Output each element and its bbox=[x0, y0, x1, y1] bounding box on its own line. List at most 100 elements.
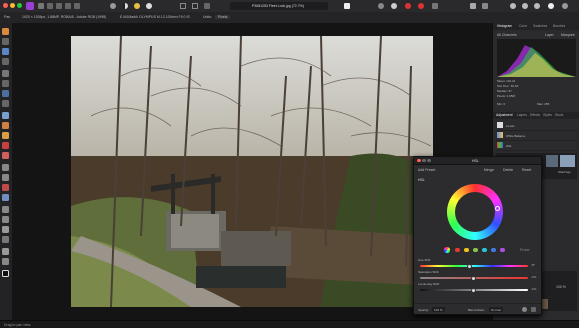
liquify-persona-icon[interactable] bbox=[47, 3, 53, 9]
slider-knob[interactable] bbox=[471, 275, 477, 281]
tab-effects[interactable]: Effects bbox=[530, 113, 540, 117]
marquee-tool-icon[interactable] bbox=[2, 90, 9, 97]
close-dialog-icon[interactable] bbox=[417, 158, 421, 162]
node-tool-icon[interactable] bbox=[2, 216, 9, 223]
zoom-value[interactable]: 100 % bbox=[556, 285, 566, 289]
preset-thumbnail[interactable] bbox=[560, 155, 575, 167]
merge-button[interactable]: Merge bbox=[484, 168, 494, 172]
zoom-window-icon[interactable] bbox=[17, 3, 22, 8]
account-icon[interactable] bbox=[562, 3, 568, 9]
clone-brush-icon[interactable] bbox=[2, 142, 9, 149]
red-eye-tool-icon[interactable] bbox=[2, 184, 9, 191]
assistant-icon[interactable] bbox=[510, 3, 516, 9]
mirror-icon[interactable] bbox=[534, 3, 540, 9]
flip-icon[interactable] bbox=[418, 3, 424, 9]
blue-range-dot[interactable] bbox=[491, 247, 496, 252]
layer-checkbox[interactable]: Layer bbox=[545, 33, 554, 37]
minimize-window-icon[interactable] bbox=[10, 3, 15, 8]
tab-color[interactable]: Color bbox=[519, 24, 527, 28]
flood-fill-icon[interactable] bbox=[2, 112, 9, 119]
picker-button[interactable]: Picker bbox=[520, 248, 530, 252]
red-eye-icon[interactable] bbox=[405, 3, 411, 9]
saturation-shift-value[interactable]: -1% bbox=[531, 275, 536, 279]
auto-contrast-icon[interactable] bbox=[122, 3, 128, 9]
yellow-range-dot[interactable] bbox=[464, 247, 469, 252]
mask-icon[interactable] bbox=[192, 3, 198, 9]
saturation-shift-slider[interactable] bbox=[420, 275, 528, 281]
move-tool-icon[interactable] bbox=[2, 38, 9, 45]
color-picker-icon[interactable] bbox=[2, 70, 9, 77]
delete-layer-icon[interactable] bbox=[531, 306, 536, 312]
history-icon[interactable] bbox=[522, 3, 528, 9]
selection-brush-icon[interactable] bbox=[2, 80, 9, 87]
tab-histogram[interactable]: Histogram bbox=[497, 24, 512, 28]
purple-range-dot[interactable] bbox=[500, 247, 505, 252]
primary-color-swatch[interactable] bbox=[2, 270, 9, 277]
paint-brush-icon[interactable] bbox=[2, 122, 9, 129]
minimize-dialog-icon[interactable] bbox=[422, 158, 426, 162]
export-persona-icon[interactable] bbox=[74, 3, 80, 9]
app-logo-icon[interactable] bbox=[26, 2, 34, 10]
hand-tool-icon[interactable] bbox=[2, 248, 9, 255]
hue-color-wheel[interactable] bbox=[447, 184, 503, 240]
view-tool-icon[interactable] bbox=[2, 28, 9, 35]
slider-knob[interactable] bbox=[467, 263, 473, 269]
develop-persona-icon[interactable] bbox=[56, 3, 62, 9]
units-dropdown[interactable]: Pixels bbox=[215, 15, 231, 19]
shape-tool-icon[interactable] bbox=[2, 236, 9, 243]
luminosity-shift-slider[interactable] bbox=[420, 287, 528, 293]
auto-colors-icon[interactable] bbox=[134, 3, 140, 9]
opacity-field[interactable]: 100 % bbox=[432, 307, 445, 312]
add-preset-button[interactable]: Add Preset bbox=[418, 168, 435, 172]
adjustment-item-white-balance[interactable]: White Balance bbox=[496, 131, 577, 141]
blemish-tool-icon[interactable] bbox=[2, 194, 9, 201]
green-range-dot[interactable] bbox=[473, 247, 478, 252]
snapping-icon[interactable] bbox=[344, 3, 350, 9]
photo-canvas[interactable] bbox=[71, 36, 433, 307]
erase-brush-icon[interactable] bbox=[2, 152, 9, 159]
photo-persona-icon[interactable] bbox=[38, 3, 44, 9]
separated-mode-icon[interactable] bbox=[482, 3, 488, 9]
studio-icon[interactable] bbox=[548, 3, 554, 9]
auto-white-balance-icon[interactable] bbox=[146, 3, 152, 9]
freehand-selection-icon[interactable] bbox=[2, 100, 9, 107]
tab-layers[interactable]: Layers bbox=[517, 113, 527, 117]
view-mode-icon[interactable] bbox=[470, 3, 476, 9]
text-tool-icon[interactable] bbox=[2, 226, 9, 233]
tone-mapping-persona-icon[interactable] bbox=[65, 3, 71, 9]
red-range-dot[interactable] bbox=[455, 247, 460, 252]
crop-tool-icon[interactable] bbox=[2, 48, 9, 55]
zoom-tool-icon[interactable] bbox=[2, 258, 9, 265]
cyan-range-dot[interactable] bbox=[482, 247, 487, 252]
hue-shift-value[interactable]: -8° bbox=[531, 263, 535, 267]
hue-shift-slider[interactable] bbox=[420, 263, 528, 269]
straighten-tool-icon[interactable] bbox=[2, 58, 9, 65]
quick-mask-icon[interactable] bbox=[204, 3, 210, 9]
delete-button[interactable]: Delete bbox=[503, 168, 513, 172]
levels-quick-icon[interactable] bbox=[110, 3, 116, 9]
preset-thumbnail[interactable] bbox=[546, 155, 558, 167]
luminosity-shift-value[interactable]: -1% bbox=[531, 287, 536, 291]
channel-dropdown[interactable]: All Channels bbox=[497, 33, 517, 37]
tab-styles[interactable]: Styles bbox=[543, 113, 552, 117]
dodge-brush-icon[interactable] bbox=[2, 164, 9, 171]
hsl-section-header[interactable]: HSL bbox=[418, 178, 425, 182]
zoom-dialog-icon[interactable] bbox=[427, 158, 431, 162]
document-tab[interactable]: P3081253 Fleet Lock.jpg (72.7%) bbox=[230, 2, 328, 10]
pixel-tool-icon[interactable] bbox=[2, 132, 9, 139]
smudge-brush-icon[interactable] bbox=[2, 174, 9, 181]
master-color-icon[interactable] bbox=[444, 247, 450, 253]
gear-icon[interactable] bbox=[522, 306, 527, 312]
marquee-checkbox[interactable]: Marquee bbox=[561, 33, 575, 37]
pen-tool-icon[interactable] bbox=[2, 206, 9, 213]
tab-swatches[interactable]: Swatches bbox=[533, 24, 547, 28]
adjustment-item-levels[interactable]: Levels bbox=[496, 121, 577, 131]
close-window-icon[interactable] bbox=[3, 3, 8, 8]
tab-stock[interactable]: Stock bbox=[555, 113, 563, 117]
arrange-icon[interactable] bbox=[432, 3, 438, 9]
blend-mode-dropdown[interactable]: Normal bbox=[489, 307, 503, 312]
rotate-left-icon[interactable] bbox=[378, 3, 384, 9]
hue-handle[interactable] bbox=[495, 206, 500, 211]
adjustment-item-hsl[interactable]: HSL bbox=[496, 141, 577, 151]
rotate-right-icon[interactable] bbox=[391, 3, 397, 9]
